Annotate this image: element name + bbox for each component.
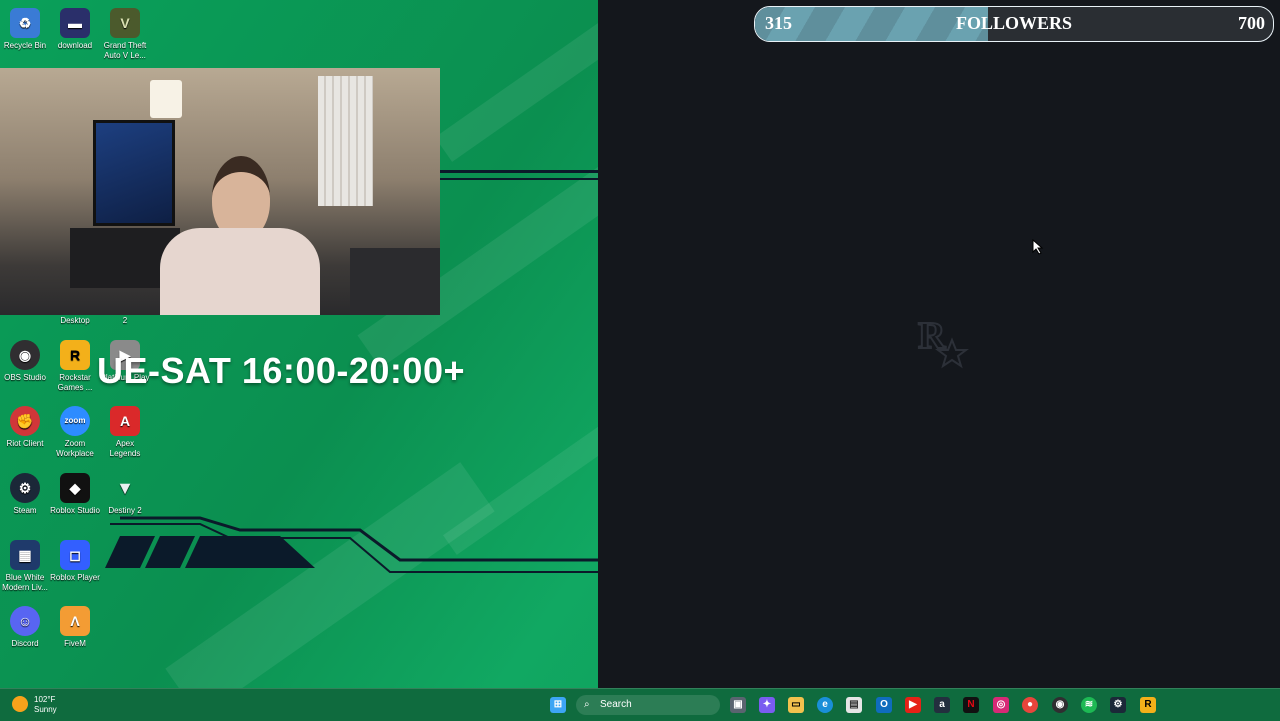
desktop-icon-recycle-bin[interactable]: ♻ Recycle Bin	[0, 8, 50, 51]
desktop-icon-apex[interactable]: A Apex Legends	[100, 406, 150, 459]
desktop-icon-destiny-2[interactable]: ▼ Destiny 2	[100, 473, 150, 516]
roblox-player-icon: ◻	[60, 540, 90, 570]
followers-goal-bar: 315 FOLLOWERS 700	[754, 6, 1274, 42]
riot-icon: ✊	[10, 406, 40, 436]
start-icon[interactable]: ⊞	[550, 697, 566, 713]
decor-line	[440, 170, 598, 173]
steam-icon: ⚙	[10, 473, 40, 503]
sun-icon	[12, 696, 28, 712]
desktop-icon-blue-white-modern[interactable]: ▦ Blue White Modern Liv...	[0, 540, 50, 593]
fivem-icon: Λ	[60, 606, 90, 636]
desktop-icon-roblox-studio[interactable]: ◆ Roblox Studio	[50, 473, 100, 516]
followers-label: FOLLOWERS	[955, 13, 1073, 33]
edge-icon[interactable]: e	[817, 697, 833, 713]
outlook-icon[interactable]: O	[876, 697, 892, 713]
destiny-icon: ▼	[116, 478, 134, 498]
window-blinds	[318, 76, 373, 206]
amazon-icon[interactable]: a	[934, 697, 950, 713]
webcam-feed	[0, 68, 440, 315]
instagram-icon[interactable]: ◎	[993, 697, 1009, 713]
copilot-icon[interactable]: ✦	[759, 697, 775, 713]
mouse-cursor-icon	[1032, 239, 1044, 255]
lamp	[150, 80, 182, 118]
followers-goal: 700	[1238, 13, 1265, 33]
spotify-icon[interactable]: ≋	[1081, 697, 1097, 713]
task-view-icon[interactable]: ▣	[730, 697, 746, 713]
desktop-icon-2[interactable]: 2	[100, 316, 150, 326]
image-file-icon: ▬	[60, 8, 90, 38]
recycle-bin-icon: ♻	[10, 8, 40, 38]
rockstar-icon: R	[60, 340, 90, 370]
obs-icon[interactable]: ◉	[1052, 697, 1068, 713]
decor-line	[440, 178, 598, 180]
weather-widget[interactable]: 102°F Sunny	[12, 694, 82, 716]
video-file-icon: ▦	[10, 540, 40, 570]
roblox-studio-icon: ◆	[60, 473, 90, 503]
decor-graphic	[105, 516, 598, 573]
search-input[interactable]: ⌕ Search	[576, 695, 720, 715]
desktop-icon-riot[interactable]: ✊ Riot Client	[0, 406, 50, 449]
netflix-icon[interactable]: N	[963, 697, 979, 713]
steam-icon[interactable]: ⚙	[1110, 697, 1126, 713]
couch	[350, 248, 440, 315]
obs-icon: ◉	[10, 340, 40, 370]
desktop-icon-steam[interactable]: ⚙ Steam	[0, 473, 50, 516]
desktop-icon-roblox-player[interactable]: ◻ Roblox Player	[50, 540, 100, 583]
desktop-icon-fivem[interactable]: Λ FiveM	[50, 606, 100, 649]
taskbar: 102°F Sunny ⊞ ⌕ Search ▣ ✦ ▭ e ▤ O ▶ a N…	[0, 688, 1280, 721]
desktop-icon-rockstar[interactable]: R Rockstar Games ...	[50, 340, 100, 393]
rockstar-icon[interactable]: R	[1140, 697, 1156, 713]
file-explorer-icon[interactable]: ▭	[788, 697, 804, 713]
game-window[interactable]: R	[598, 0, 1280, 688]
desktop-icon-desktop[interactable]: Desktop	[50, 316, 100, 326]
zoom-icon: zoom	[60, 406, 90, 436]
rockstar-logo-icon: R	[917, 314, 969, 369]
desktop-icon-obs[interactable]: ◉ OBS Studio	[0, 340, 50, 383]
chrome-icon[interactable]: ●	[1022, 697, 1038, 713]
desktop-icon-download[interactable]: ▬ download	[50, 8, 100, 51]
apex-icon: A	[110, 406, 140, 436]
desktop-icon-zoom[interactable]: zoom Zoom Workplace	[50, 406, 100, 459]
youtube-icon[interactable]: ▶	[905, 697, 921, 713]
gta-v-icon: V	[110, 8, 140, 38]
stream-schedule-text: UE-SAT 16:00-20:00+	[97, 350, 465, 391]
store-icon[interactable]: ▤	[846, 697, 862, 713]
desktop-icon-gta-v[interactable]: V Grand Theft Auto V Le...	[100, 8, 150, 61]
person	[160, 156, 320, 315]
discord-icon: ☺	[10, 606, 40, 636]
search-icon: ⌕	[584, 699, 590, 710]
desktop-icon-discord[interactable]: ☺ Discord	[0, 606, 50, 649]
